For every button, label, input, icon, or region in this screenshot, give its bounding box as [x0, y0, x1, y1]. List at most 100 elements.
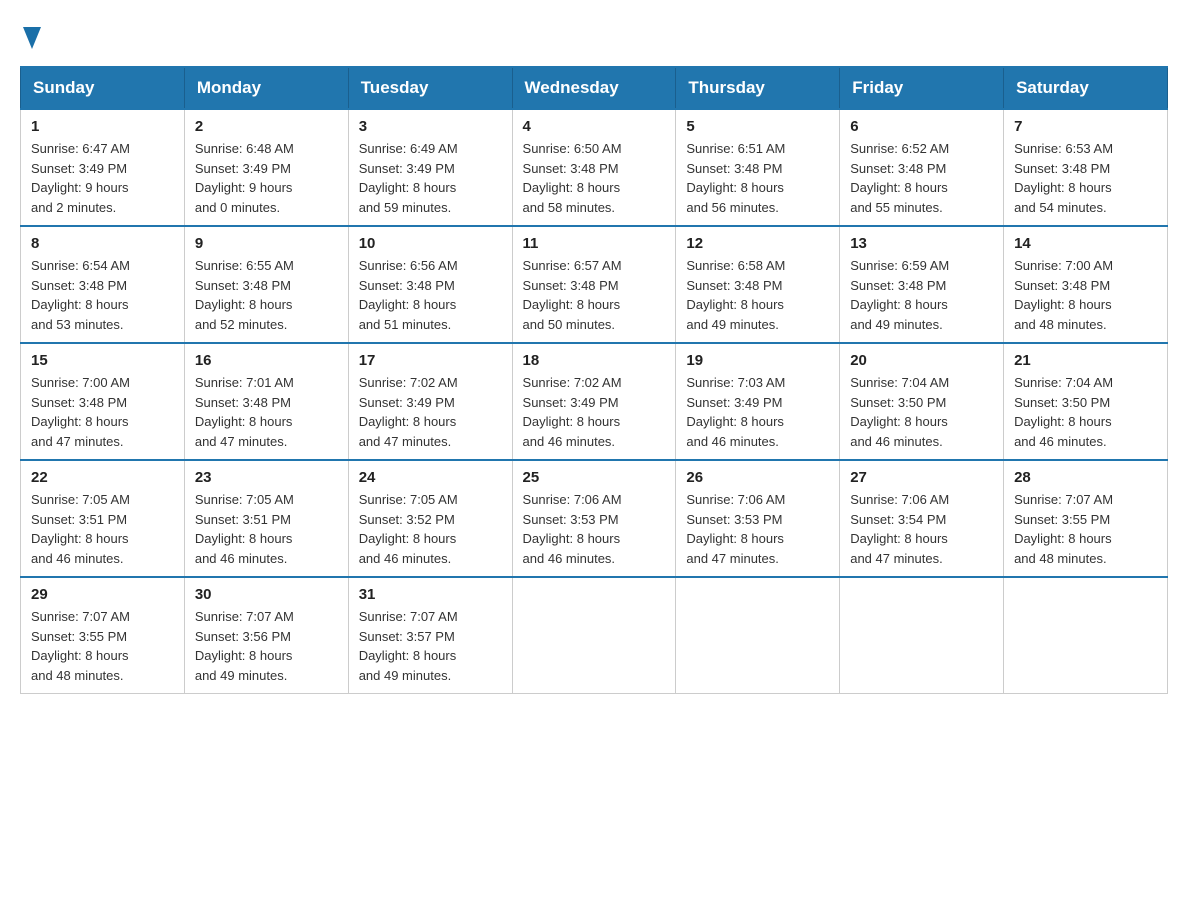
day-number: 6 — [850, 118, 993, 135]
day-number: 20 — [850, 352, 993, 369]
day-number: 31 — [359, 586, 502, 603]
day-info: Sunrise: 7:05 AMSunset: 3:51 PMDaylight:… — [31, 490, 174, 568]
calendar-cell: 16 Sunrise: 7:01 AMSunset: 3:48 PMDayligh… — [184, 343, 348, 460]
weekday-header-sunday: Sunday — [21, 67, 185, 109]
logo-general-text — [20, 20, 41, 52]
day-info: Sunrise: 7:02 AMSunset: 3:49 PMDaylight:… — [523, 373, 666, 451]
day-number: 1 — [31, 118, 174, 135]
calendar-week-row: 29 Sunrise: 7:07 AMSunset: 3:55 PMDayligh… — [21, 577, 1168, 694]
day-number: 24 — [359, 469, 502, 486]
day-info: Sunrise: 6:49 AMSunset: 3:49 PMDaylight:… — [359, 139, 502, 217]
day-number: 22 — [31, 469, 174, 486]
calendar-cell: 29 Sunrise: 7:07 AMSunset: 3:55 PMDayligh… — [21, 577, 185, 694]
weekday-header-friday: Friday — [840, 67, 1004, 109]
calendar-cell — [676, 577, 840, 694]
day-info: Sunrise: 7:07 AMSunset: 3:55 PMDaylight:… — [1014, 490, 1157, 568]
day-number: 16 — [195, 352, 338, 369]
calendar-cell: 15 Sunrise: 7:00 AMSunset: 3:48 PMDayligh… — [21, 343, 185, 460]
day-number: 29 — [31, 586, 174, 603]
day-number: 5 — [686, 118, 829, 135]
day-number: 26 — [686, 469, 829, 486]
day-info: Sunrise: 6:56 AMSunset: 3:48 PMDaylight:… — [359, 256, 502, 334]
day-info: Sunrise: 7:06 AMSunset: 3:54 PMDaylight:… — [850, 490, 993, 568]
calendar-cell: 25 Sunrise: 7:06 AMSunset: 3:53 PMDayligh… — [512, 460, 676, 577]
calendar-cell: 17 Sunrise: 7:02 AMSunset: 3:49 PMDayligh… — [348, 343, 512, 460]
day-info: Sunrise: 6:57 AMSunset: 3:48 PMDaylight:… — [523, 256, 666, 334]
calendar-cell — [840, 577, 1004, 694]
calendar-cell: 21 Sunrise: 7:04 AMSunset: 3:50 PMDayligh… — [1004, 343, 1168, 460]
day-number: 10 — [359, 235, 502, 252]
calendar-cell: 28 Sunrise: 7:07 AMSunset: 3:55 PMDayligh… — [1004, 460, 1168, 577]
day-info: Sunrise: 7:03 AMSunset: 3:49 PMDaylight:… — [686, 373, 829, 451]
day-info: Sunrise: 7:05 AMSunset: 3:51 PMDaylight:… — [195, 490, 338, 568]
day-number: 7 — [1014, 118, 1157, 135]
day-info: Sunrise: 7:02 AMSunset: 3:49 PMDaylight:… — [359, 373, 502, 451]
day-number: 25 — [523, 469, 666, 486]
calendar-cell: 3 Sunrise: 6:49 AMSunset: 3:49 PMDaylight… — [348, 109, 512, 226]
weekday-header-monday: Monday — [184, 67, 348, 109]
day-number: 21 — [1014, 352, 1157, 369]
day-info: Sunrise: 7:05 AMSunset: 3:52 PMDaylight:… — [359, 490, 502, 568]
day-number: 12 — [686, 235, 829, 252]
day-info: Sunrise: 6:53 AMSunset: 3:48 PMDaylight:… — [1014, 139, 1157, 217]
day-info: Sunrise: 7:04 AMSunset: 3:50 PMDaylight:… — [1014, 373, 1157, 451]
day-number: 4 — [523, 118, 666, 135]
day-info: Sunrise: 7:01 AMSunset: 3:48 PMDaylight:… — [195, 373, 338, 451]
day-number: 19 — [686, 352, 829, 369]
day-info: Sunrise: 7:06 AMSunset: 3:53 PMDaylight:… — [523, 490, 666, 568]
weekday-header-thursday: Thursday — [676, 67, 840, 109]
calendar-cell — [512, 577, 676, 694]
page-header — [20, 20, 1168, 46]
day-number: 11 — [523, 235, 666, 252]
calendar-cell: 18Sunrise: 7:02 AMSunset: 3:49 PMDayligh… — [512, 343, 676, 460]
calendar-cell: 5Sunrise: 6:51 AMSunset: 3:48 PMDaylight… — [676, 109, 840, 226]
calendar-cell — [1004, 577, 1168, 694]
day-number: 9 — [195, 235, 338, 252]
logo — [20, 20, 41, 46]
calendar-cell: 8 Sunrise: 6:54 AMSunset: 3:48 PMDaylight… — [21, 226, 185, 343]
calendar-cell: 24 Sunrise: 7:05 AMSunset: 3:52 PMDayligh… — [348, 460, 512, 577]
day-info: Sunrise: 7:00 AMSunset: 3:48 PMDaylight:… — [31, 373, 174, 451]
calendar-cell: 31Sunrise: 7:07 AMSunset: 3:57 PMDayligh… — [348, 577, 512, 694]
day-info: Sunrise: 7:07 AMSunset: 3:56 PMDaylight:… — [195, 607, 338, 685]
calendar-week-row: 15 Sunrise: 7:00 AMSunset: 3:48 PMDayligh… — [21, 343, 1168, 460]
calendar-week-row: 22 Sunrise: 7:05 AMSunset: 3:51 PMDayligh… — [21, 460, 1168, 577]
calendar-cell: 12Sunrise: 6:58 AMSunset: 3:48 PMDayligh… — [676, 226, 840, 343]
calendar-cell: 19 Sunrise: 7:03 AMSunset: 3:49 PMDayligh… — [676, 343, 840, 460]
calendar-week-row: 1Sunrise: 6:47 AMSunset: 3:49 PMDaylight… — [21, 109, 1168, 226]
calendar-cell: 20Sunrise: 7:04 AMSunset: 3:50 PMDayligh… — [840, 343, 1004, 460]
day-number: 17 — [359, 352, 502, 369]
calendar-cell: 30 Sunrise: 7:07 AMSunset: 3:56 PMDayligh… — [184, 577, 348, 694]
day-number: 2 — [195, 118, 338, 135]
day-info: Sunrise: 7:00 AMSunset: 3:48 PMDaylight:… — [1014, 256, 1157, 334]
calendar-table: SundayMondayTuesdayWednesdayThursdayFrid… — [20, 66, 1168, 694]
day-info: Sunrise: 6:54 AMSunset: 3:48 PMDaylight:… — [31, 256, 174, 334]
day-number: 28 — [1014, 469, 1157, 486]
calendar-week-row: 8 Sunrise: 6:54 AMSunset: 3:48 PMDaylight… — [21, 226, 1168, 343]
calendar-cell: 10 Sunrise: 6:56 AMSunset: 3:48 PMDayligh… — [348, 226, 512, 343]
calendar-cell: 6 Sunrise: 6:52 AMSunset: 3:48 PMDaylight… — [840, 109, 1004, 226]
day-number: 3 — [359, 118, 502, 135]
weekday-header-saturday: Saturday — [1004, 67, 1168, 109]
day-number: 27 — [850, 469, 993, 486]
calendar-cell: 14 Sunrise: 7:00 AMSunset: 3:48 PMDayligh… — [1004, 226, 1168, 343]
calendar-cell: 9Sunrise: 6:55 AMSunset: 3:48 PMDaylight… — [184, 226, 348, 343]
day-number: 8 — [31, 235, 174, 252]
day-number: 14 — [1014, 235, 1157, 252]
day-info: Sunrise: 7:07 AMSunset: 3:55 PMDaylight:… — [31, 607, 174, 685]
calendar-cell: 11 Sunrise: 6:57 AMSunset: 3:48 PMDayligh… — [512, 226, 676, 343]
logo-triangle-icon — [23, 20, 41, 52]
calendar-cell: 7 Sunrise: 6:53 AMSunset: 3:48 PMDaylight… — [1004, 109, 1168, 226]
calendar-cell: 27 Sunrise: 7:06 AMSunset: 3:54 PMDayligh… — [840, 460, 1004, 577]
day-number: 30 — [195, 586, 338, 603]
calendar-cell: 22 Sunrise: 7:05 AMSunset: 3:51 PMDayligh… — [21, 460, 185, 577]
weekday-header-tuesday: Tuesday — [348, 67, 512, 109]
weekday-header-row: SundayMondayTuesdayWednesdayThursdayFrid… — [21, 67, 1168, 109]
calendar-cell: 2Sunrise: 6:48 AMSunset: 3:49 PMDaylight… — [184, 109, 348, 226]
day-number: 15 — [31, 352, 174, 369]
day-info: Sunrise: 6:59 AMSunset: 3:48 PMDaylight:… — [850, 256, 993, 334]
day-info: Sunrise: 6:52 AMSunset: 3:48 PMDaylight:… — [850, 139, 993, 217]
day-number: 23 — [195, 469, 338, 486]
day-number: 13 — [850, 235, 993, 252]
day-info: Sunrise: 7:06 AMSunset: 3:53 PMDaylight:… — [686, 490, 829, 568]
